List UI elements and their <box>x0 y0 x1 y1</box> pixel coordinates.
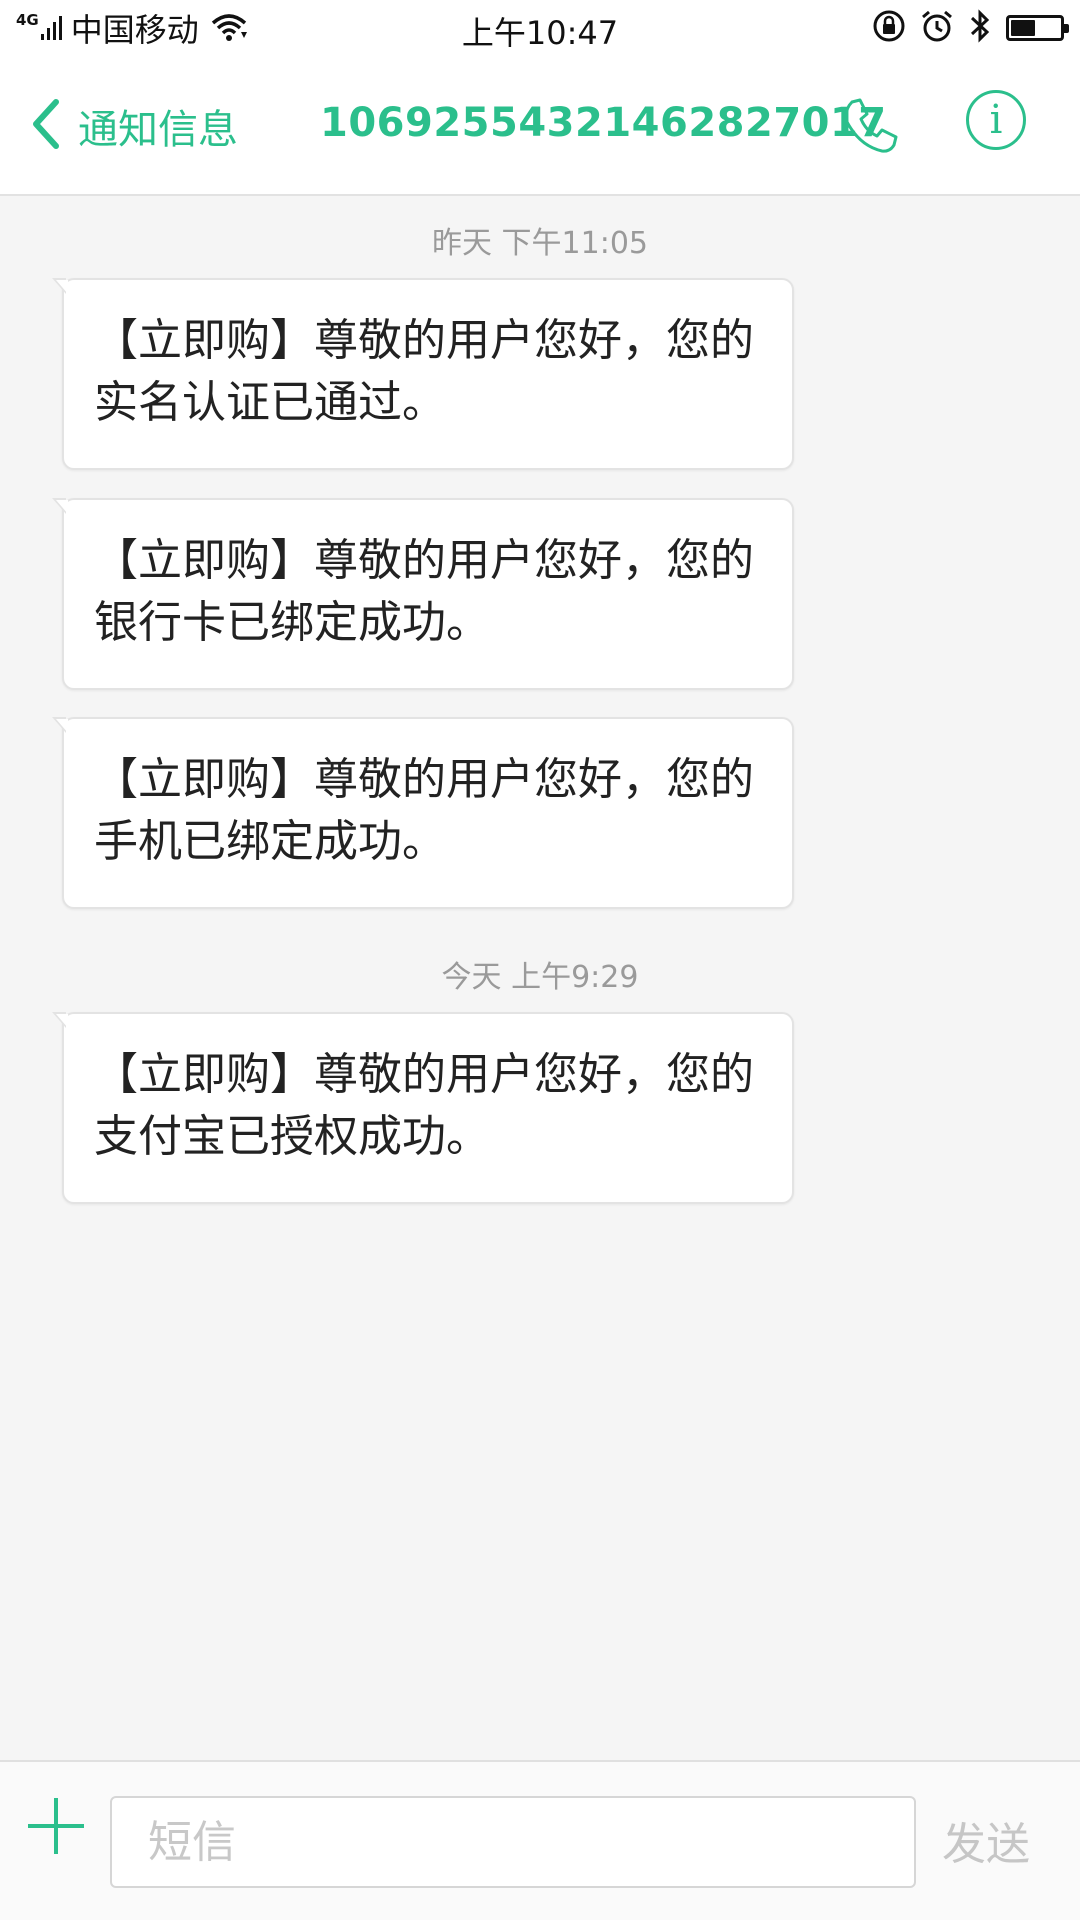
battery-icon <box>1006 15 1069 41</box>
alarm-icon <box>920 9 954 47</box>
timestamp: 昨天 下午11:05 <box>432 226 648 261</box>
sender-number: 1069255432146282701​7 <box>320 100 887 146</box>
info-icon: i <box>989 97 1003 143</box>
chevron-left-icon <box>30 98 60 154</box>
messaging-app: 4G 中国移动 上午10:47 通知信息 1069255432146282701… <box>0 0 1080 1920</box>
message-text: 【立即购】尊敬的用户您好，您的手机已绑定成功。 <box>94 754 754 867</box>
battery-fill <box>1011 20 1035 36</box>
sms-input[interactable] <box>110 1796 916 1888</box>
plus-icon[interactable] <box>28 1798 84 1854</box>
send-button[interactable]: 发送 <box>942 1808 1030 1872</box>
message-text: 【立即购】尊敬的用户您好，您的银行卡已绑定成功。 <box>94 535 754 648</box>
rotation-lock-icon <box>872 9 906 47</box>
info-button[interactable]: i <box>966 90 1026 150</box>
status-bar: 4G 中国移动 上午10:47 <box>0 0 1080 56</box>
back-button[interactable]: 通知信息 <box>30 98 238 154</box>
back-label: 通知信息 <box>78 107 238 153</box>
conversation-header: 通知信息 1069255432146282701​7 i <box>0 56 1080 196</box>
message-text: 【立即购】尊敬的用户您好，您的支付宝已授权成功。 <box>94 1049 754 1162</box>
timestamp: 今天 上午9:29 <box>441 960 639 995</box>
message-bubble[interactable]: 【立即购】尊敬的用户您好，您的手机已绑定成功。 <box>52 717 794 909</box>
message-bubble[interactable]: 【立即购】尊敬的用户您好，您的支付宝已授权成功。 <box>52 1012 794 1204</box>
call-button[interactable] <box>838 94 902 158</box>
message-bubble[interactable]: 【立即购】尊敬的用户您好，您的实名认证已通过。 <box>52 278 794 470</box>
message-text: 【立即购】尊敬的用户您好，您的实名认证已通过。 <box>94 315 754 428</box>
compose-bar: 发送 <box>0 1760 1080 1920</box>
status-right <box>872 8 1069 48</box>
bluetooth-icon <box>968 9 992 47</box>
message-bubble[interactable]: 【立即购】尊敬的用户您好，您的银行卡已绑定成功。 <box>52 498 794 690</box>
phone-icon <box>838 98 902 162</box>
